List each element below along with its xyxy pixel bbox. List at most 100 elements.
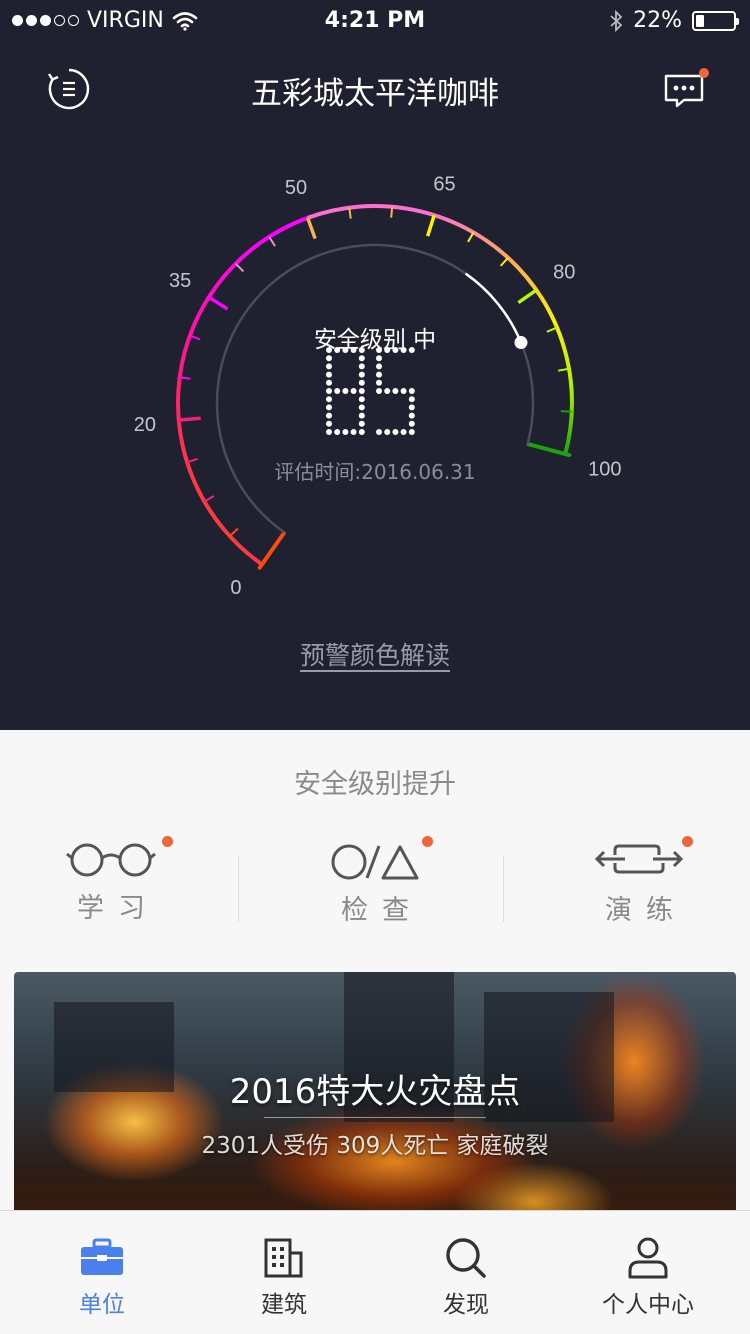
gauge-tick-label: 80 xyxy=(553,262,575,284)
score-digit-dot xyxy=(358,347,365,353)
tab-unit[interactable]: 单位 xyxy=(8,1211,196,1334)
score-digit-dot xyxy=(384,347,391,353)
gauge-tick-label: 0 xyxy=(230,577,241,599)
tab-bar: 单位 建筑 发现 个人中心 xyxy=(0,1210,750,1334)
score-digit-dot xyxy=(408,396,415,403)
gauge-tick-label: 50 xyxy=(285,177,307,199)
building-icon xyxy=(264,1238,303,1278)
score-digit-dot xyxy=(342,347,349,353)
glasses-icon xyxy=(66,843,156,877)
status-bar: VIRGIN 4:21 PM 22% xyxy=(0,0,750,40)
swap-arrows-icon xyxy=(594,844,684,874)
score-digit-dot xyxy=(350,388,357,394)
score-digit-dot xyxy=(358,371,365,378)
gauge-tick xyxy=(467,231,475,243)
battery-icon xyxy=(692,10,739,31)
score-digit-dot xyxy=(392,347,399,353)
header-panel: VIRGIN 4:21 PM 22% 五彩城太平洋咖啡 0 20 35 50 6… xyxy=(0,0,750,730)
score-digit-dot xyxy=(384,429,391,435)
color-legend-link[interactable]: 预警颜色解读 xyxy=(0,636,750,672)
message-badge xyxy=(699,68,709,78)
score-digit-dot xyxy=(400,429,407,435)
tab-building[interactable]: 建筑 xyxy=(190,1211,378,1334)
score-digit-dot xyxy=(376,371,382,378)
score-digit-dot xyxy=(358,404,365,411)
score-digit-dot xyxy=(408,404,415,411)
score-digit-dot xyxy=(326,355,332,362)
score-digit-dot xyxy=(326,363,332,370)
score-digit-dot xyxy=(408,412,415,419)
section-title: 安全级别提升 xyxy=(294,769,456,800)
status-right: 22% xyxy=(609,8,739,33)
score-digit-dot xyxy=(392,388,399,394)
score-digit-dot xyxy=(342,388,349,394)
divider xyxy=(238,856,239,922)
chat-bubble-icon[interactable] xyxy=(660,64,710,114)
score-digit-dot xyxy=(334,429,341,435)
user-icon xyxy=(628,1237,668,1279)
safety-score xyxy=(0,346,750,438)
score-digit-dot xyxy=(408,420,415,427)
page-title: 五彩城太平洋咖啡 xyxy=(251,76,499,112)
score-digit-dot xyxy=(334,388,341,394)
score-digit-dot xyxy=(376,347,382,353)
score-digit-dot xyxy=(334,347,341,353)
score-digit-dot xyxy=(400,388,407,394)
search-icon xyxy=(446,1238,486,1278)
inspect-badge xyxy=(422,836,433,847)
score-digit-dot xyxy=(358,355,365,362)
score-digit-dot xyxy=(358,429,365,435)
score-digit-dot xyxy=(326,379,332,386)
score-digit-dot xyxy=(358,396,365,403)
score-digit-dot xyxy=(358,363,365,370)
study-action[interactable]: 学习 xyxy=(26,836,196,938)
score-digit-dot xyxy=(400,347,407,353)
score-digit-dot xyxy=(358,412,365,419)
drill-badge xyxy=(682,836,693,847)
gauge-end-cap xyxy=(257,531,286,570)
score-digit-dot xyxy=(326,371,332,378)
study-label: 学习 xyxy=(77,893,159,924)
study-badge xyxy=(162,836,173,847)
color-legend-link-label[interactable]: 预警颜色解读 xyxy=(300,641,450,670)
gauge-tick xyxy=(234,262,245,273)
gauge-tick xyxy=(425,214,436,237)
score-digit-dot xyxy=(384,388,391,394)
gauge-tick xyxy=(348,207,352,219)
gauge-tick xyxy=(499,257,509,267)
gauge-tick xyxy=(203,495,215,503)
score-digit-dot xyxy=(350,347,357,353)
tab-unit-label: 单位 xyxy=(79,1292,125,1318)
score-digit-dot xyxy=(358,379,365,386)
gauge-tick xyxy=(305,217,317,240)
score-digit-dot xyxy=(350,429,357,435)
action-row: 学习 检查 演练 xyxy=(0,836,750,938)
battery-percent: 22% xyxy=(633,8,682,33)
score-digit-dot xyxy=(358,388,365,394)
inspect-action[interactable]: 检查 xyxy=(290,836,460,938)
tab-profile[interactable]: 个人中心 xyxy=(554,1211,742,1334)
score-digit-dot xyxy=(326,404,332,411)
bluetooth-icon xyxy=(610,9,623,32)
tab-discover[interactable]: 发现 xyxy=(372,1211,560,1334)
gauge-tick-label: 35 xyxy=(169,270,191,292)
gauge-tick xyxy=(268,236,276,247)
drill-action[interactable]: 演练 xyxy=(554,836,724,938)
gauge-tick-label: 65 xyxy=(433,174,455,196)
score-digit-dot xyxy=(326,429,332,435)
briefcase-icon xyxy=(81,1238,123,1275)
score-digit-dot xyxy=(326,347,332,353)
gauge-end-cap xyxy=(526,442,572,458)
evaluation-time: 评估时间:2016.06.31 xyxy=(274,460,476,484)
tab-profile-label: 个人中心 xyxy=(602,1292,694,1318)
inspect-label: 检查 xyxy=(341,895,423,926)
score-digit-dot xyxy=(408,388,415,394)
fire-news-banner[interactable]: 2016特大火灾盘点 2301人受伤 309人死亡 家庭破裂 xyxy=(14,972,736,1232)
drill-label: 演练 xyxy=(605,895,687,926)
score-digit-dot xyxy=(326,420,332,427)
score-digit-dot xyxy=(392,429,399,435)
score-digit-dot xyxy=(376,363,382,370)
tab-building-label: 建筑 xyxy=(261,1292,307,1318)
score-digit-dot xyxy=(376,355,382,362)
score-digit-dot xyxy=(408,429,415,435)
